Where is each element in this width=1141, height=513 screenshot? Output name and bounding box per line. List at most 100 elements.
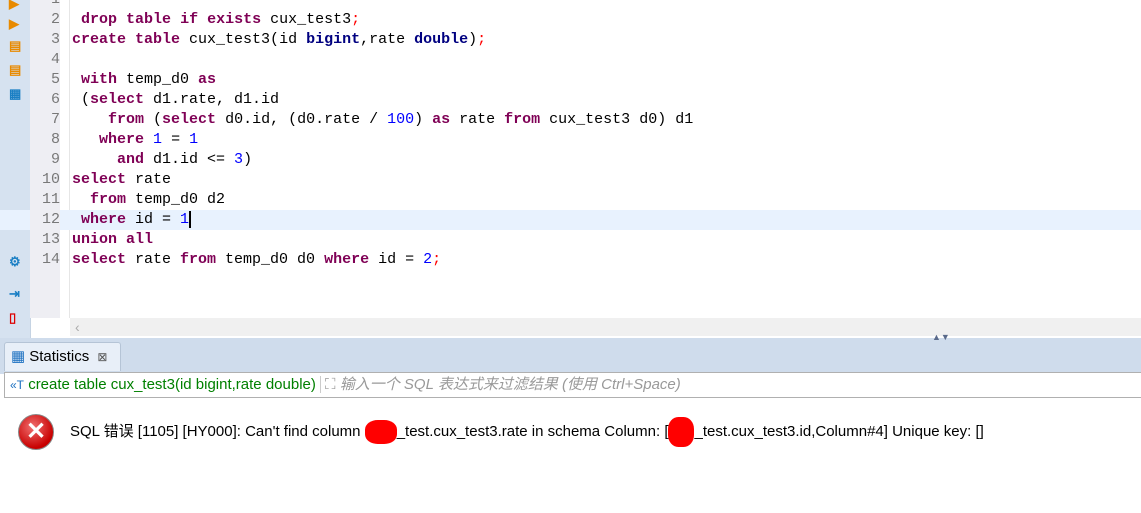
code-token: ( [72,91,91,108]
code-token: cux_test3 [261,11,352,28]
code-token: from [504,111,541,128]
code-text: drop table if exists cux_test3; [72,10,360,30]
code-token: table [126,11,172,28]
code-line[interactable]: 11 from temp_d0 d2 [0,190,1141,210]
code-token: select [162,111,217,128]
error-icon: ✕ [18,414,54,451]
code-text: and d1.id <= 3) [72,150,252,170]
results-panel-header [0,338,1141,374]
error-text-1: SQL 错误 [1105] [HY000]: Can't find column [70,423,365,440]
sql-editor[interactable]: 12 drop table if exists cux_test3;3creat… [0,0,1141,270]
line-number: 4 [50,51,60,68]
code-token: id = [126,211,181,228]
code-token: select [90,91,145,108]
tab-statistics[interactable]: ▦ Statistics ⊠ [4,342,121,371]
line-number: 11 [41,191,60,208]
code-line[interactable]: 4 [0,50,1141,70]
code-text: select rate [72,170,171,190]
line-number: 2 [50,11,60,28]
error-text-3: _test.cux_test3.id,Column#4] Unique key:… [694,423,984,440]
code-token: temp_d0 d0 [216,251,325,268]
code-line[interactable]: 6 (select d1.rate, d1.id [0,90,1141,110]
code-text: select rate from temp_d0 d0 where id = 2… [72,250,441,270]
code-line[interactable]: 8 where 1 = 1 [0,130,1141,150]
query-text: create table cux_test3(id bigint,rate do… [28,376,316,393]
code-text: from (select d0.id, (d0.rate / 100) as r… [72,110,693,130]
line-number: 5 [50,71,60,88]
code-token: where [81,211,127,228]
line-number: 12 [30,210,60,230]
code-line[interactable]: 3 create table cux_test3(id bigint,rate d… [0,30,1141,50]
line-number: 10 [41,171,60,188]
code-line[interactable]: 5 with temp_d0 as [0,70,1141,90]
export-icon[interactable]: ⇥ [9,286,20,302]
code-token: d1.rate, d1.id [144,91,280,108]
line-number: 6 [50,91,60,108]
filter-bar: «T create table cux_test3(id bigint,rate… [4,372,1141,398]
tab-label: Statistics [29,348,90,365]
code-token: as [432,111,451,128]
code-token: 1 [189,131,199,148]
line-number: 1 [30,0,60,10]
code-token: rate [450,111,505,128]
expand-icon[interactable]: ⛶ [320,376,336,393]
redaction [364,420,397,445]
code-token: double [414,31,469,48]
code-token: ; [432,251,442,268]
text-caret [189,210,192,228]
code-token: ( [144,111,163,128]
code-token: d0.id, (d0.rate / [216,111,388,128]
code-token: bigint [306,31,361,48]
scroll-left-icon[interactable]: ‹ [75,319,80,335]
code-token: exists [207,11,262,28]
code-text: union all [72,230,153,250]
line-number: 14 [41,251,60,268]
code-token: table [135,31,181,48]
maximize-restore-icon[interactable]: ▲▼ [932,332,950,342]
code-line[interactable]: 13 union all [0,230,1141,250]
line-number: 9 [50,151,60,168]
line-number: 13 [41,231,60,248]
code-token: ) [414,111,433,128]
code-text: with temp_d0 as [72,70,216,90]
code-line[interactable]: 2 drop table if exists cux_test3; [0,10,1141,30]
code-token: drop [81,11,118,28]
filter-input[interactable]: 输入一个 SQL 表达式来过滤结果 (使用 Ctrl+Space) [340,376,681,393]
table-icon: ▦ [11,348,26,365]
code-token: as [198,71,217,88]
code-line[interactable]: 1 [0,0,1141,10]
code-token: ) [468,31,478,48]
code-token: rate [126,171,172,188]
code-token: from [180,251,217,268]
horizontal-scrollbar[interactable]: ‹ [70,318,1141,336]
code-text: create table cux_test3(id bigint,rate do… [72,30,486,50]
code-line[interactable]: 10 select rate [0,170,1141,190]
code-token: from [90,191,127,208]
code-token: 2 [423,251,433,268]
code-token: temp_d0 [117,71,199,88]
code-token: create [72,31,127,48]
code-line[interactable]: 7 from (select d0.id, (d0.rate / 100) as… [0,110,1141,130]
code-token: 1 [180,211,190,228]
code-line[interactable]: 12 where id = 1 [0,210,1141,230]
code-token: and [117,151,145,168]
code-token: union [72,231,118,248]
code-line[interactable]: 9 and d1.id <= 3) [0,150,1141,170]
code-token: cux_test3 d0) d1 [540,111,694,128]
code-token: d1.id <= [144,151,235,168]
code-text: (select d1.rate, d1.id [72,90,279,110]
code-line[interactable]: 14 select rate from temp_d0 d0 where id =… [0,250,1141,270]
close-tab-icon[interactable]: ⊠ [97,350,107,364]
error-message: ✕ SQL 错误 [1105] [HY000]: Can't find colum… [18,414,984,451]
line-number: 7 [50,111,60,128]
code-token: ; [477,31,487,48]
code-token: 100 [387,111,415,128]
error-log-icon[interactable]: ▯ [9,310,16,326]
